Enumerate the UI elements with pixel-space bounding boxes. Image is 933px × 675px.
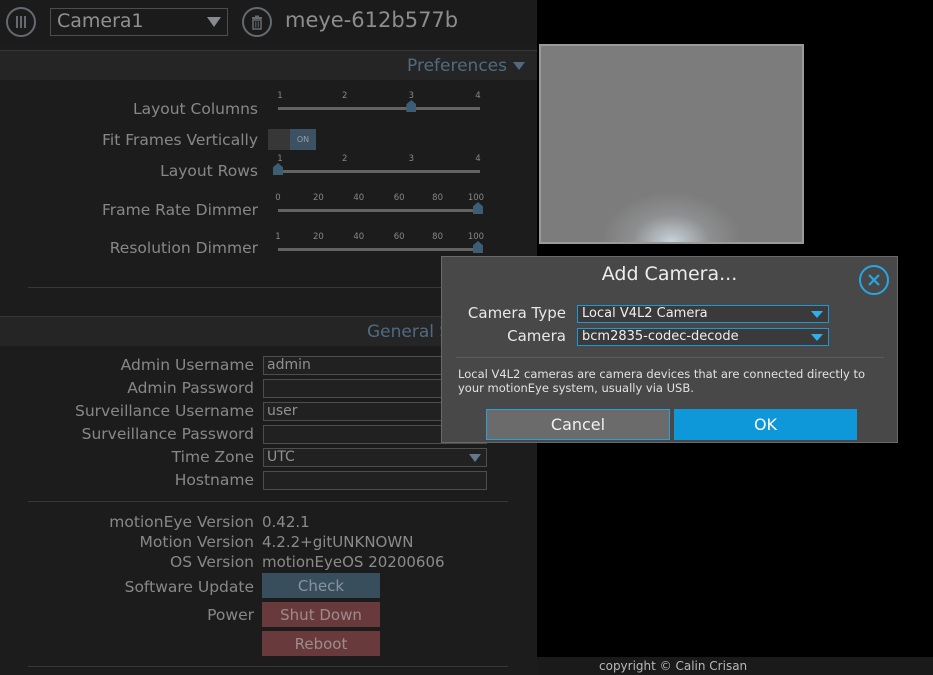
general-settings-title: General S (367, 322, 451, 342)
toggle-on-label: ON (290, 129, 316, 150)
slider-track (278, 170, 480, 173)
surveillance-password-label: Surveillance Password (81, 425, 254, 443)
tick-label: 20 (312, 232, 324, 242)
tick-label: 20 (312, 193, 324, 203)
shut-down-button[interactable]: Shut Down (262, 602, 380, 627)
hostname-input[interactable] (263, 471, 487, 490)
fit-frames-toggle[interactable]: ON (268, 129, 316, 150)
camera-type-description: Local V4L2 cameras are camera devices th… (458, 367, 888, 395)
dialog-title: Add Camera... (601, 263, 738, 285)
device-hostname: meye-612b577b (285, 8, 459, 32)
copyright-text: copyright © Calin Crisan (599, 659, 748, 673)
tick-label: 1 (275, 232, 281, 242)
software-update-label: Software Update (124, 578, 254, 596)
motion-version-label: Motion Version (139, 533, 254, 551)
section-divider (28, 666, 508, 667)
close-dialog-button[interactable] (859, 265, 889, 295)
layout-rows-label: Layout Rows (160, 162, 258, 180)
slider-track (278, 107, 480, 110)
camera-type-select[interactable]: Local V4L2 Camera (577, 305, 829, 323)
dialog-divider (456, 357, 884, 358)
camera-device-select[interactable]: bcm2835-codec-decode (577, 328, 829, 346)
description-line: your motionEye system, usually via USB. (458, 381, 694, 395)
tick-label: 0 (275, 193, 281, 203)
chevron-down-icon (207, 17, 221, 27)
camera-select[interactable]: Camera1 (50, 8, 228, 36)
slider-track (278, 209, 480, 212)
layout-columns-slider[interactable]: 1 2 3 4 (277, 91, 481, 115)
frame-rate-dimmer-slider[interactable]: 0 20 40 60 80 100 (275, 193, 484, 217)
motioneye-version-value: 0.42.1 (262, 513, 310, 531)
add-camera-dialog: Add Camera... Camera Type Local V4L2 Cam… (441, 256, 898, 443)
os-version-label: OS Version (170, 553, 254, 571)
tick-label: 80 (432, 193, 443, 203)
layout-columns-label: Layout Columns (132, 100, 258, 118)
tick-label: 40 (353, 193, 365, 203)
check-update-button[interactable]: Check (262, 573, 380, 598)
camera-type-value: Local V4L2 Camera (582, 306, 708, 321)
close-icon (868, 274, 880, 286)
hostname-label: Hostname (174, 471, 254, 489)
tick-label: 4 (475, 91, 481, 101)
tick-label: 1 (277, 154, 283, 164)
menu-icon (16, 16, 26, 28)
frame-rate-dimmer-label: Frame Rate Dimmer (101, 201, 258, 219)
tick-label: 4 (475, 154, 481, 164)
tick-label: 40 (353, 232, 365, 242)
camera-select-value: Camera1 (57, 10, 144, 32)
resolution-dimmer-slider[interactable]: 1 20 40 60 80 100 (275, 232, 484, 256)
tick-label: 60 (393, 193, 405, 203)
tick-label: 100 (467, 232, 485, 242)
tick-label: 2 (341, 91, 348, 101)
admin-username-label: Admin Username (120, 356, 254, 374)
fit-frames-label: Fit Frames Vertically (102, 131, 258, 149)
os-version-value: motionEyeOS 20200606 (262, 553, 445, 571)
time-zone-label: Time Zone (171, 448, 254, 466)
camera-preview-frame[interactable] (539, 44, 804, 244)
delete-camera-button[interactable] (242, 7, 272, 37)
tick-label: 3 (408, 91, 415, 101)
power-label: Power (207, 606, 254, 624)
chevron-down-icon (469, 454, 481, 462)
chevron-down-icon (513, 62, 525, 70)
tick-label: 60 (393, 232, 405, 242)
preferences-header[interactable]: Preferences (0, 50, 537, 80)
surveillance-username-label: Surveillance Username (75, 402, 254, 420)
reboot-button[interactable]: Reboot (262, 631, 380, 656)
description-line: Local V4L2 cameras are camera devices th… (458, 367, 866, 381)
tick-label: 100 (467, 193, 485, 203)
camera-device-value: bcm2835-codec-decode (582, 329, 739, 344)
trash-icon (252, 15, 262, 30)
section-divider (28, 287, 508, 288)
time-zone-select[interactable]: UTC (263, 448, 487, 467)
ok-button[interactable]: OK (674, 409, 857, 440)
camera-label: Camera (507, 327, 566, 345)
top-bar: Camera1 meye-612b577b (0, 0, 537, 44)
cancel-button[interactable]: Cancel (486, 409, 670, 440)
motion-version-value: 4.2.2+gitUNKNOWN (262, 533, 414, 551)
tick-label: 2 (341, 154, 348, 164)
time-zone-value: UTC (267, 449, 295, 465)
resolution-dimmer-label: Resolution Dimmer (109, 239, 258, 257)
tick-label: 3 (408, 154, 415, 164)
tick-label: 1 (277, 91, 283, 101)
layout-rows-slider[interactable]: 1 2 3 4 (273, 154, 481, 178)
tick-label: 80 (432, 232, 443, 242)
chevron-down-icon (811, 311, 823, 318)
section-divider (28, 501, 508, 502)
slider-track (278, 248, 480, 251)
footer: copyright © Calin Crisan (537, 657, 933, 675)
menu-button[interactable] (6, 7, 36, 37)
motioneye-version-label: motionEye Version (109, 513, 254, 531)
camera-type-label: Camera Type (467, 304, 566, 322)
chevron-down-icon (811, 334, 823, 341)
preferences-title: Preferences (407, 56, 507, 76)
admin-password-label: Admin Password (127, 379, 254, 397)
